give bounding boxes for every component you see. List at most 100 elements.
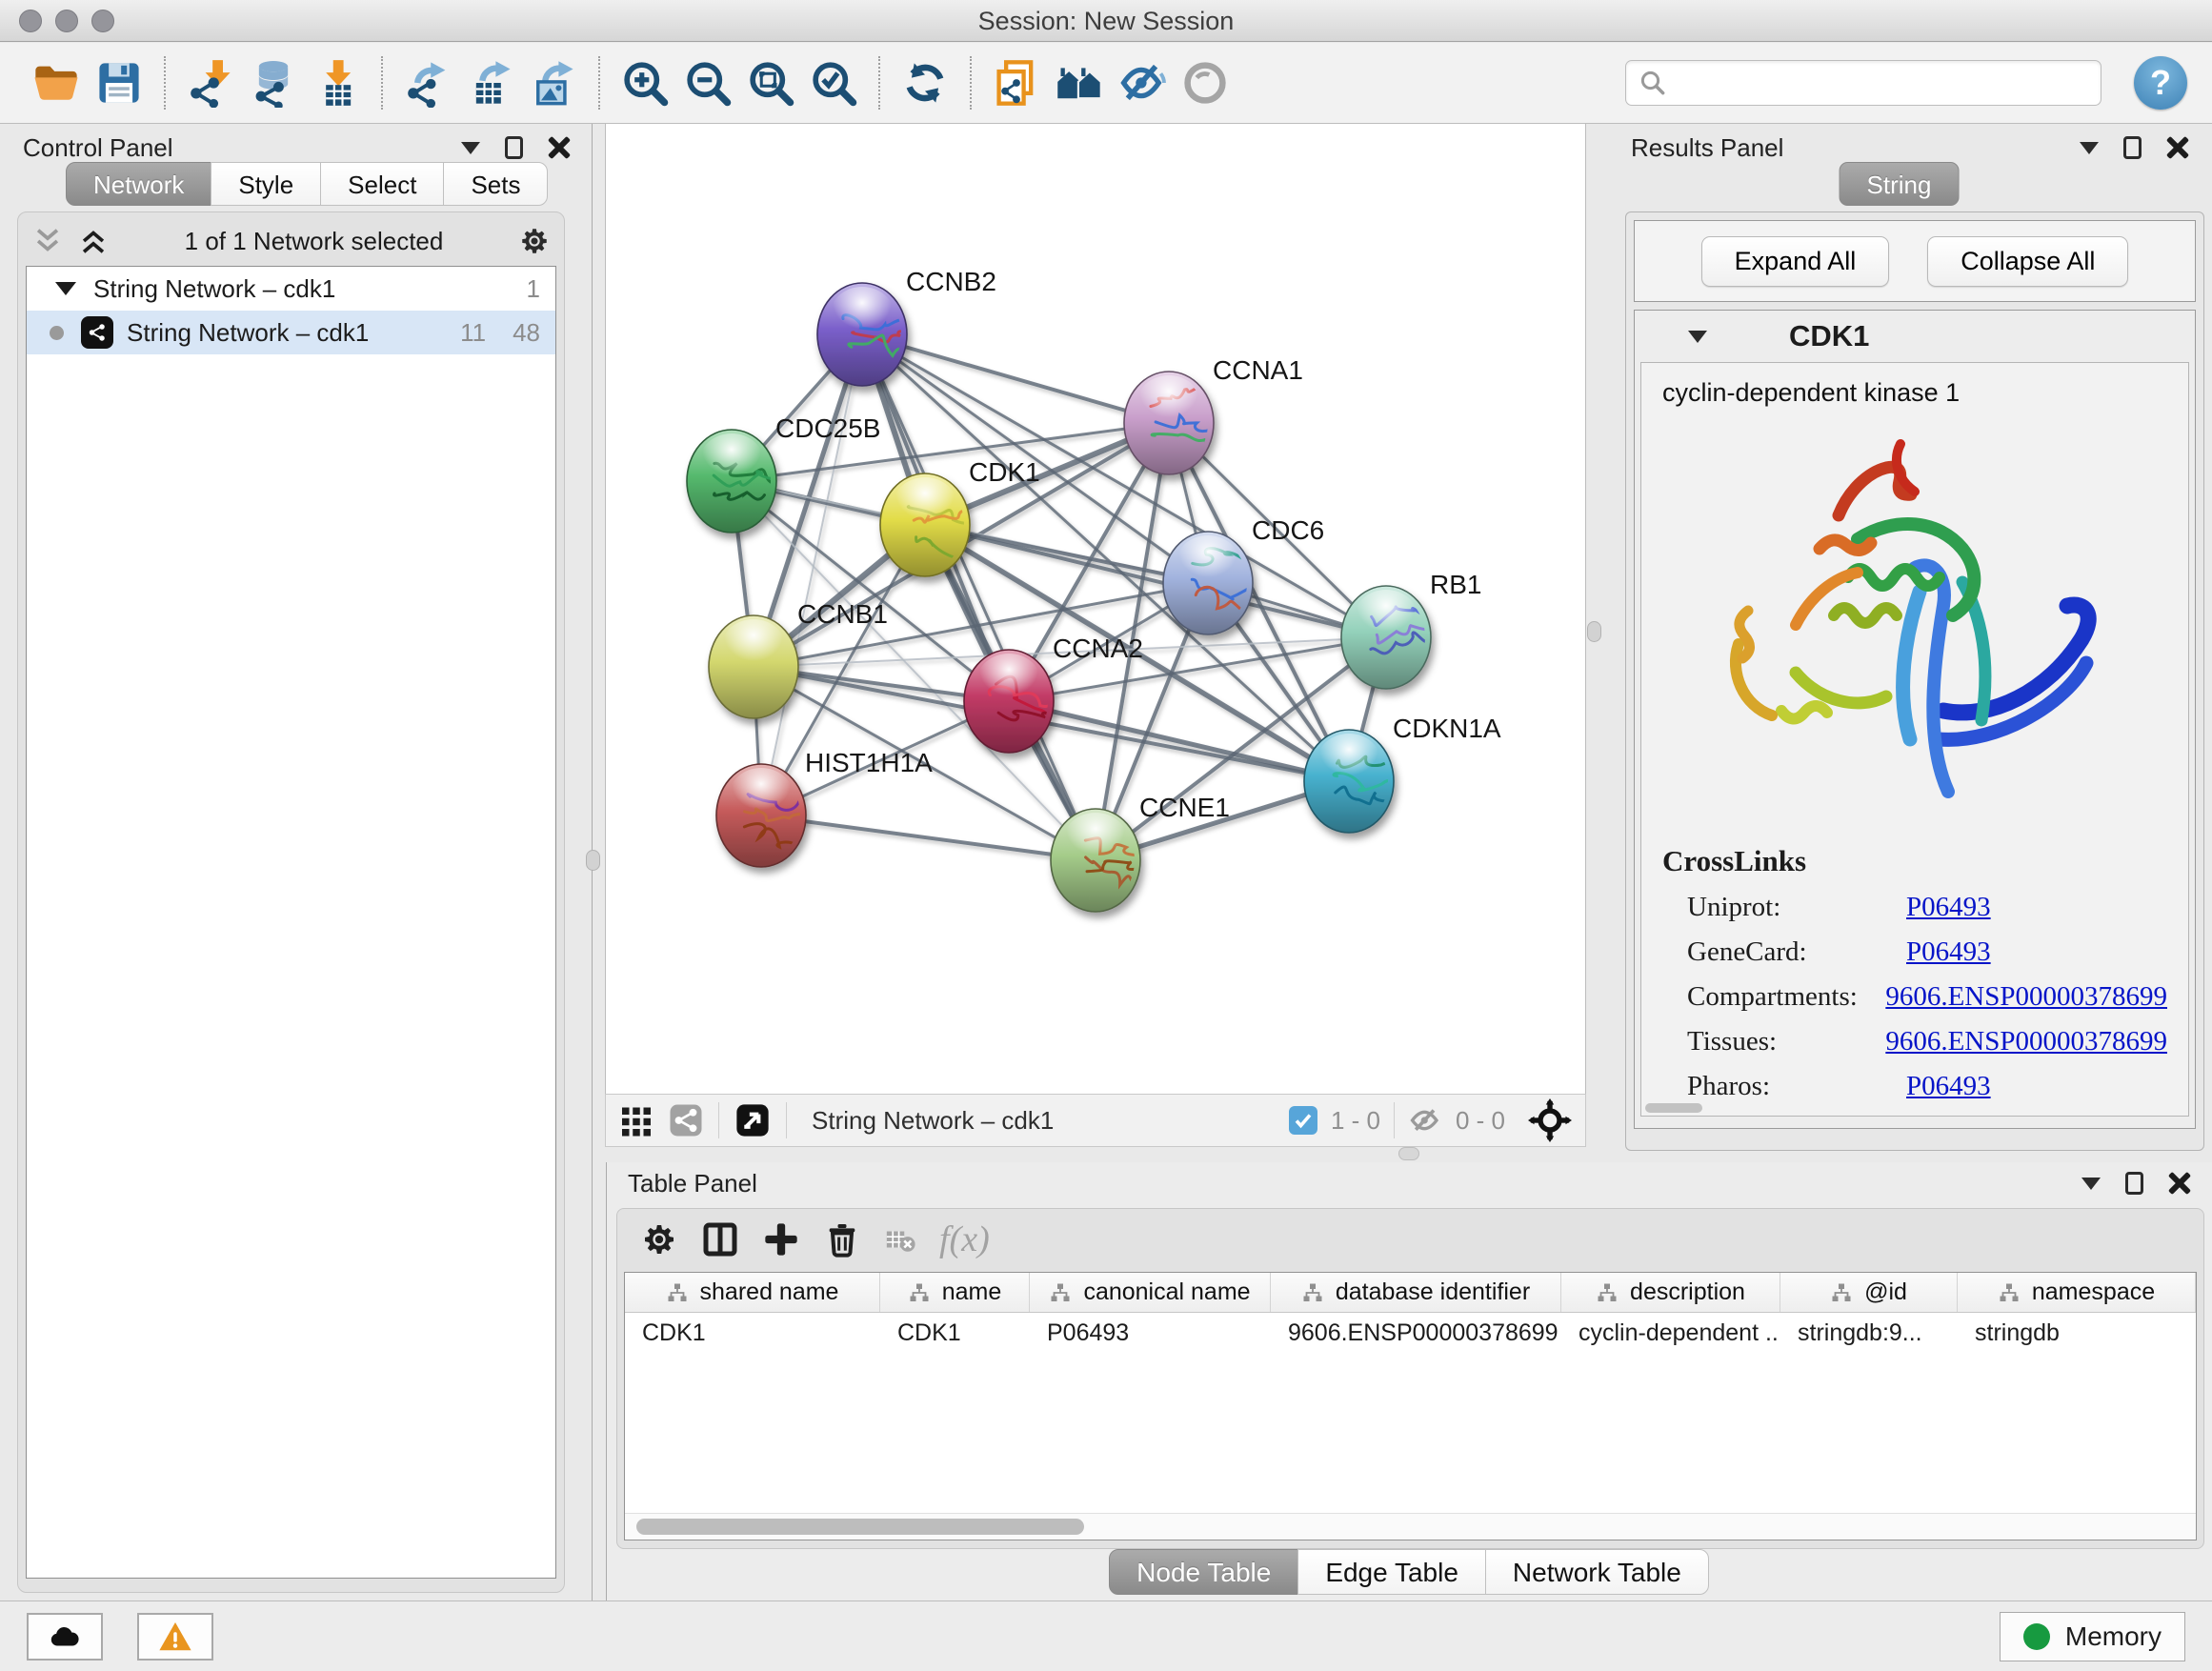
panel-float-icon[interactable] — [2125, 1172, 2143, 1195]
tab-network[interactable]: Network — [66, 162, 211, 206]
annotations-button[interactable] — [985, 52, 1048, 113]
table-cell[interactable]: CDK1 — [880, 1313, 1030, 1353]
network-graph[interactable]: CCNB2CCNA1CDC25BCDK1CDC6RB1CCNB1CCNA2CDK… — [606, 124, 1587, 1094]
table-cell[interactable]: P06493 — [1030, 1313, 1271, 1353]
import-table-button[interactable] — [305, 52, 368, 113]
open-window-icon[interactable] — [734, 1102, 771, 1138]
help-button[interactable]: ? — [2134, 56, 2187, 110]
delete-column-icon[interactable] — [823, 1220, 861, 1258]
network-node-HIST1H1A[interactable]: HIST1H1A — [716, 748, 933, 867]
tab-edge-table[interactable]: Edge Table — [1297, 1549, 1486, 1595]
zoom-selected-button[interactable] — [802, 52, 865, 113]
panel-float-icon[interactable] — [505, 136, 523, 159]
gear-icon[interactable] — [518, 225, 551, 257]
network-collection-row[interactable]: String Network – cdk1 1 — [27, 267, 555, 311]
tab-string[interactable]: String — [1840, 162, 1960, 206]
panel-close-icon[interactable] — [2166, 136, 2189, 159]
table-cell[interactable]: 9606.ENSP00000378699 — [1271, 1313, 1561, 1353]
panel-collapse-icon[interactable] — [461, 142, 480, 154]
column-header-namespace[interactable]: namespace — [1958, 1273, 2196, 1312]
network-edge-CCNB2-CCNE1[interactable] — [862, 334, 1096, 860]
network-node-CCNE1[interactable]: CCNE1 — [1051, 793, 1230, 912]
collapse-all-button[interactable]: Collapse All — [1927, 236, 2128, 287]
tab-node-table[interactable]: Node Table — [1109, 1549, 1298, 1595]
hidden-eye-icon[interactable] — [1408, 1103, 1442, 1137]
export-network-button[interactable] — [396, 52, 459, 113]
network-list-toolbar: 1 of 1 Network selected — [31, 220, 551, 262]
tab-network-table[interactable]: Network Table — [1485, 1549, 1709, 1595]
export-image-button[interactable] — [522, 52, 585, 113]
crosslink-link[interactable]: P06493 — [1906, 892, 1991, 923]
open-session-button[interactable] — [25, 52, 88, 113]
show-all-button[interactable] — [1174, 52, 1237, 113]
results-hscroll-thumb[interactable] — [1645, 1103, 1702, 1113]
table-row[interactable]: CDK1CDK1P064939606.ENSP00000378699cyclin… — [625, 1313, 2196, 1353]
crosslink-link[interactable]: 9606.ENSP00000378699 — [1885, 981, 2167, 1013]
network-edge-CCNB2-HIST1H1A[interactable] — [761, 334, 862, 815]
expand-all-button[interactable]: Expand All — [1701, 236, 1890, 287]
network-row[interactable]: String Network – cdk1 11 48 — [27, 311, 555, 354]
network-edge-HIST1H1A-CCNE1[interactable] — [761, 815, 1096, 860]
tab-select[interactable]: Select — [320, 162, 444, 206]
tab-style[interactable]: Style — [211, 162, 321, 206]
zoom-out-button[interactable] — [676, 52, 739, 113]
network-node-CCNA1[interactable]: CCNA1 — [1124, 355, 1303, 474]
table-hscrollbar[interactable] — [625, 1513, 2196, 1540]
panel-close-icon[interactable] — [548, 136, 571, 159]
network-canvas[interactable]: CCNB2CCNA1CDC25BCDK1CDC6RB1CCNB1CCNA2CDK… — [605, 124, 1586, 1094]
panel-collapse-icon[interactable] — [2081, 1178, 2101, 1190]
crosslink-link[interactable]: 9606.ENSP00000378699 — [1885, 1026, 2167, 1057]
add-column-icon[interactable] — [762, 1220, 800, 1258]
network-mode-icon[interactable] — [669, 1103, 703, 1137]
table-cell[interactable]: stringdb:9... — [1780, 1313, 1958, 1353]
node-detail-body: cyclin-dependent kinase 1 — [1640, 362, 2189, 1117]
splitter-handle[interactable] — [1587, 621, 1601, 642]
gear-icon[interactable] — [640, 1220, 678, 1258]
import-network-button[interactable] — [179, 52, 242, 113]
memory-button[interactable]: Memory — [2000, 1612, 2185, 1661]
panel-float-icon[interactable] — [2123, 136, 2142, 159]
splitter-handle[interactable] — [1398, 1147, 1419, 1160]
network-node-CDKN1A[interactable]: CDKN1A — [1304, 714, 1501, 833]
network-node-RB1[interactable]: RB1 — [1341, 570, 1481, 689]
export-table-button[interactable] — [459, 52, 522, 113]
node-detail-header[interactable]: CDK1 — [1635, 311, 2195, 362]
collapse-all-icon[interactable] — [77, 227, 110, 255]
table-cell[interactable]: cyclin-dependent ... — [1561, 1313, 1780, 1353]
home-button[interactable] — [1048, 52, 1111, 113]
zoom-fit-button[interactable] — [739, 52, 802, 113]
selected-checkbox-icon[interactable] — [1289, 1106, 1317, 1135]
network-edge-CCNB2-CCNA1[interactable] — [862, 334, 1169, 423]
disclosure-triangle-icon[interactable] — [1688, 331, 1707, 343]
show-columns-icon[interactable] — [701, 1220, 739, 1258]
table-hscroll-thumb[interactable] — [636, 1519, 1084, 1535]
column-header-shared-name[interactable]: shared name — [625, 1273, 880, 1312]
table-cell[interactable]: stringdb — [1958, 1313, 2196, 1353]
import-database-button[interactable] — [242, 52, 305, 113]
crosslink-link[interactable]: P06493 — [1906, 936, 1991, 968]
cloud-button[interactable] — [27, 1613, 103, 1661]
save-session-button[interactable] — [88, 52, 151, 113]
disclosure-triangle-icon[interactable] — [55, 282, 76, 295]
column-header-description[interactable]: description — [1561, 1273, 1780, 1312]
apply-layout-button[interactable] — [894, 52, 956, 113]
zoom-in-button[interactable] — [613, 52, 676, 113]
column-header-database-identifier[interactable]: database identifier — [1271, 1273, 1561, 1312]
warning-button[interactable] — [137, 1613, 213, 1661]
search-input[interactable] — [1625, 60, 2101, 106]
tab-sets[interactable]: Sets — [443, 162, 548, 206]
hide-selected-button[interactable] — [1111, 52, 1174, 113]
move-crosshair-icon[interactable] — [1528, 1098, 1572, 1142]
crosslink-link[interactable]: P06493 — [1906, 1071, 1991, 1102]
expand-all-icon[interactable] — [31, 227, 64, 255]
panel-collapse-icon[interactable] — [2080, 142, 2099, 154]
column-header-name[interactable]: name — [880, 1273, 1030, 1312]
panel-close-icon[interactable] — [2168, 1172, 2191, 1195]
column-header-canonical-name[interactable]: canonical name — [1030, 1273, 1271, 1312]
splitter-handle[interactable] — [586, 850, 600, 871]
network-node-CCNB1[interactable]: CCNB1 — [709, 599, 888, 718]
grid-mode-icon[interactable] — [619, 1103, 654, 1137]
network-edge-CCNA2-CDKN1A[interactable] — [1009, 701, 1349, 781]
table-cell[interactable]: CDK1 — [625, 1313, 880, 1353]
column-header--id[interactable]: @id — [1780, 1273, 1958, 1312]
